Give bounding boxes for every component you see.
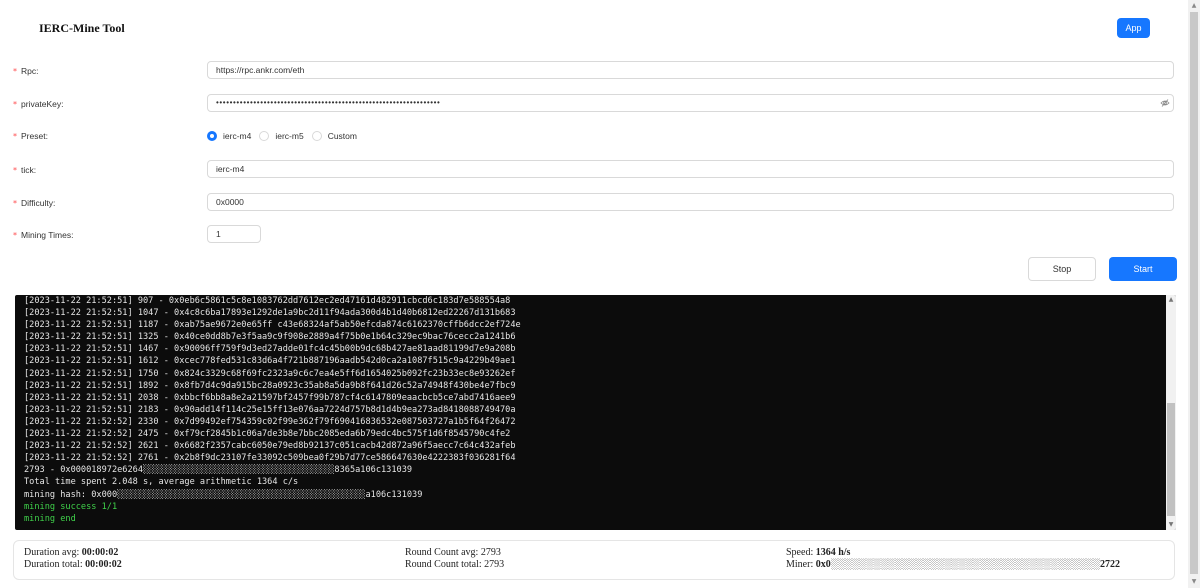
page-scroll-up-icon[interactable]: ▲ xyxy=(1188,0,1200,12)
console-line: [2023-11-22 21:52:51] 1467 - 0x90096ff75… xyxy=(24,344,516,355)
required-mark: * xyxy=(13,67,17,76)
stop-button[interactable]: Stop xyxy=(1028,257,1096,281)
duration-avg: Duration avg: 00:00:02 xyxy=(24,547,118,559)
eye-invisible-icon[interactable] xyxy=(1160,98,1170,108)
difficulty-label-text: Difficulty: xyxy=(21,198,56,208)
preset-option-label: ierc-m5 xyxy=(275,131,304,141)
console-line: [2023-11-22 21:52:52] 2330 - 0x7d99492ef… xyxy=(24,416,516,427)
duration-total-value: 00:00:02 xyxy=(85,559,122,570)
round-avg-label: Round Count avg: xyxy=(405,547,479,558)
console-line: Total time spent 2.048 s, average arithm… xyxy=(24,477,299,488)
console-line: [2023-11-22 21:52:51] 1187 - 0xab75ae967… xyxy=(24,320,521,331)
rpc-label: * Rpc: xyxy=(13,61,38,81)
private-key-row: * privateKey: •••••••••••••••••••••••••••… xyxy=(0,94,1188,114)
preset-radio-group: ierc-m4 ierc-m5 Custom xyxy=(207,126,365,146)
round-count-total: Round Count total: 2793 xyxy=(405,559,504,571)
page-scroll-thumb[interactable] xyxy=(1190,12,1198,574)
private-key-label: * privateKey: xyxy=(13,94,64,114)
round-total-label: Round Count total: xyxy=(405,559,482,570)
round-count-avg: Round Count avg: 2793 xyxy=(405,547,501,559)
mining-times-label: * Mining Times: xyxy=(13,225,73,245)
radio-unchecked-icon xyxy=(311,131,322,141)
tick-row: * tick: ierc-m4 xyxy=(0,160,1188,180)
difficulty-label: * Difficulty: xyxy=(13,193,55,213)
radio-checked-icon xyxy=(207,131,217,141)
console-success-line: mining end xyxy=(24,513,76,524)
scroll-down-arrow-icon[interactable]: ▼ xyxy=(1166,520,1176,530)
duration-total-label: Duration total: xyxy=(24,559,83,570)
preset-option-label: Custom xyxy=(327,131,357,141)
console-line: [2023-11-22 21:52:51] 1612 - 0xcec778fed… xyxy=(24,356,516,367)
app-button[interactable]: App xyxy=(1117,18,1150,38)
page-title: IERC-Mine Tool xyxy=(39,21,125,35)
miner: Miner: 0x0░░░░░░░░░░░░░░░░░░░░░░░░░░░░░░… xyxy=(786,559,1120,571)
required-mark: * xyxy=(13,199,17,208)
console-scroll-thumb[interactable] xyxy=(1167,403,1175,516)
private-key-input[interactable]: ••••••••••••••••••••••••••••••••••••••••… xyxy=(207,94,1174,112)
tick-input[interactable]: ierc-m4 xyxy=(207,160,1174,178)
preset-label-text: Preset: xyxy=(21,131,48,141)
console-line: [2023-11-22 21:52:51] 2038 - 0xbbcf6bb8a… xyxy=(24,392,516,403)
miner-value: 0x0░░░░░░░░░░░░░░░░░░░░░░░░░░░░░░░░░░░░░… xyxy=(815,559,1120,570)
tick-label: * tick: xyxy=(13,160,36,180)
console-line: [2023-11-22 21:52:51] 1325 - 0x40ce0dd8b… xyxy=(24,332,516,343)
console-log[interactable]: [2023-11-22 21:52:51] 907 - 0x0eb6c5861c… xyxy=(15,295,1176,530)
rpc-row: * Rpc: https://rpc.ankr.com/eth xyxy=(0,61,1188,81)
console-line: mining hash: 0x000░░░░░░░░░░░░░░░░░░░░░░… xyxy=(24,489,423,500)
console-line: [2023-11-22 21:52:51] 2183 - 0x90add14f1… xyxy=(24,404,516,415)
mining-times-label-text: Mining Times: xyxy=(21,230,74,240)
required-mark: * xyxy=(13,231,17,240)
console-line: [2023-11-22 21:52:52] 2621 - 0x6682f2357… xyxy=(24,441,516,452)
page-scrollbar[interactable]: ▲ ▼ xyxy=(1188,0,1200,588)
preset-label: * Preset: xyxy=(13,126,48,146)
stats-panel: Duration avg: 00:00:02 Duration total: 0… xyxy=(13,540,1175,580)
app-root: IERC-Mine Tool App * Rpc: https://rpc.ank… xyxy=(0,0,1188,588)
console-line: [2023-11-22 21:52:51] 1750 - 0x824c3329c… xyxy=(24,368,516,379)
preset-option-ierc-m4[interactable]: ierc-m4 xyxy=(207,131,251,141)
required-mark: * xyxy=(13,100,17,109)
console-line: [2023-11-22 21:52:52] 2761 - 0x2b8f9dc23… xyxy=(24,453,516,464)
preset-option-ierc-m5[interactable]: ierc-m5 xyxy=(259,131,304,141)
difficulty-input[interactable]: 0x0000 xyxy=(207,193,1174,211)
preset-row: * Preset: ierc-m4 ierc-m5 Custom xyxy=(0,126,1188,146)
rpc-input[interactable]: https://rpc.ankr.com/eth xyxy=(207,61,1174,79)
duration-total: Duration total: 00:00:02 xyxy=(24,559,122,571)
preset-option-custom[interactable]: Custom xyxy=(311,131,357,141)
speed-label: Speed: xyxy=(786,547,814,558)
console-success-line: mining success 1/1 xyxy=(24,501,118,512)
page-scroll-down-icon[interactable]: ▼ xyxy=(1188,576,1200,588)
console-line: 2793 - 0x000018972e6264░░░░░░░░░░░░░░░░░… xyxy=(24,465,413,476)
console-scrollbar[interactable]: ▲ ▼ xyxy=(1166,295,1176,530)
mining-times-row: * Mining Times: 1 xyxy=(0,225,1188,245)
duration-avg-label: Duration avg: xyxy=(24,547,80,558)
miner-label: Miner: xyxy=(786,559,814,570)
console-line: [2023-11-22 21:52:51] 907 - 0x0eb6c5861c… xyxy=(24,296,511,306)
rpc-label-text: Rpc: xyxy=(21,66,39,76)
required-mark: * xyxy=(13,166,17,175)
mining-times-input[interactable]: 1 xyxy=(207,225,261,243)
start-button[interactable]: Start xyxy=(1109,257,1177,281)
speed-value: 1364 h/s xyxy=(815,547,851,558)
private-key-label-text: privateKey: xyxy=(21,99,64,109)
console-lines: [2023-11-22 21:52:51] 907 - 0x0eb6c5861c… xyxy=(24,295,1164,525)
preset-option-label: ierc-m4 xyxy=(223,131,252,141)
round-total-value: 2793 xyxy=(484,559,505,570)
radio-unchecked-icon xyxy=(259,131,270,141)
scroll-up-arrow-icon[interactable]: ▲ xyxy=(1166,295,1176,305)
tick-label-text: tick: xyxy=(21,165,37,175)
console-line: [2023-11-22 21:52:51] 1892 - 0x8fb7d4c9d… xyxy=(24,380,516,391)
duration-avg-value: 00:00:02 xyxy=(81,547,119,558)
round-avg-value: 2793 xyxy=(480,547,501,558)
console-line: [2023-11-22 21:52:51] 1047 - 0x4c8c6ba17… xyxy=(24,308,516,319)
console-line: [2023-11-22 21:52:52] 2475 - 0xf79cf2845… xyxy=(24,429,511,440)
speed: Speed: 1364 h/s xyxy=(786,547,850,559)
difficulty-row: * Difficulty: 0x0000 xyxy=(0,193,1188,213)
required-mark: * xyxy=(13,132,17,141)
